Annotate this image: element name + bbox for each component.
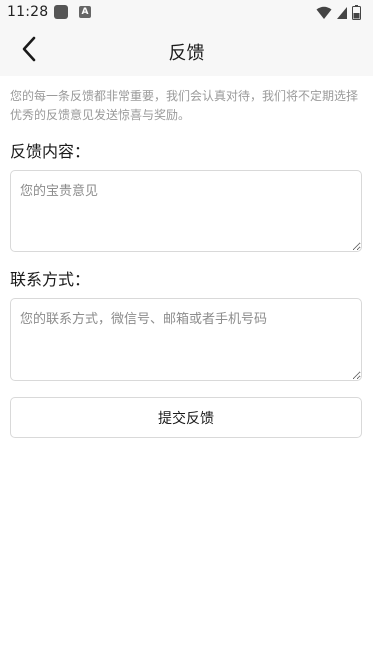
square-icon [54, 5, 68, 19]
feedback-label: 反馈内容： [10, 142, 91, 161]
a-box-icon: A [79, 6, 91, 18]
status-time: 11:28 [7, 4, 49, 20]
app-bar: 反馈 [0, 26, 373, 76]
submit-button[interactable]: 提交反馈 [10, 397, 362, 438]
wifi-icon [316, 5, 332, 24]
page-title: 反馈 [168, 43, 205, 64]
status-bar: 11:28 A [0, 0, 373, 26]
battery-icon [352, 5, 361, 24]
signal-icon [336, 5, 348, 24]
intro-text: 您的每一条反馈都非常重要，我们会认真对待，我们将不定期选择优秀的反馈意见发送惊喜… [10, 89, 359, 122]
system-icons [316, 5, 361, 24]
feedback-input[interactable] [10, 170, 362, 252]
contact-input[interactable] [10, 298, 362, 381]
contact-label: 联系方式： [10, 270, 91, 289]
